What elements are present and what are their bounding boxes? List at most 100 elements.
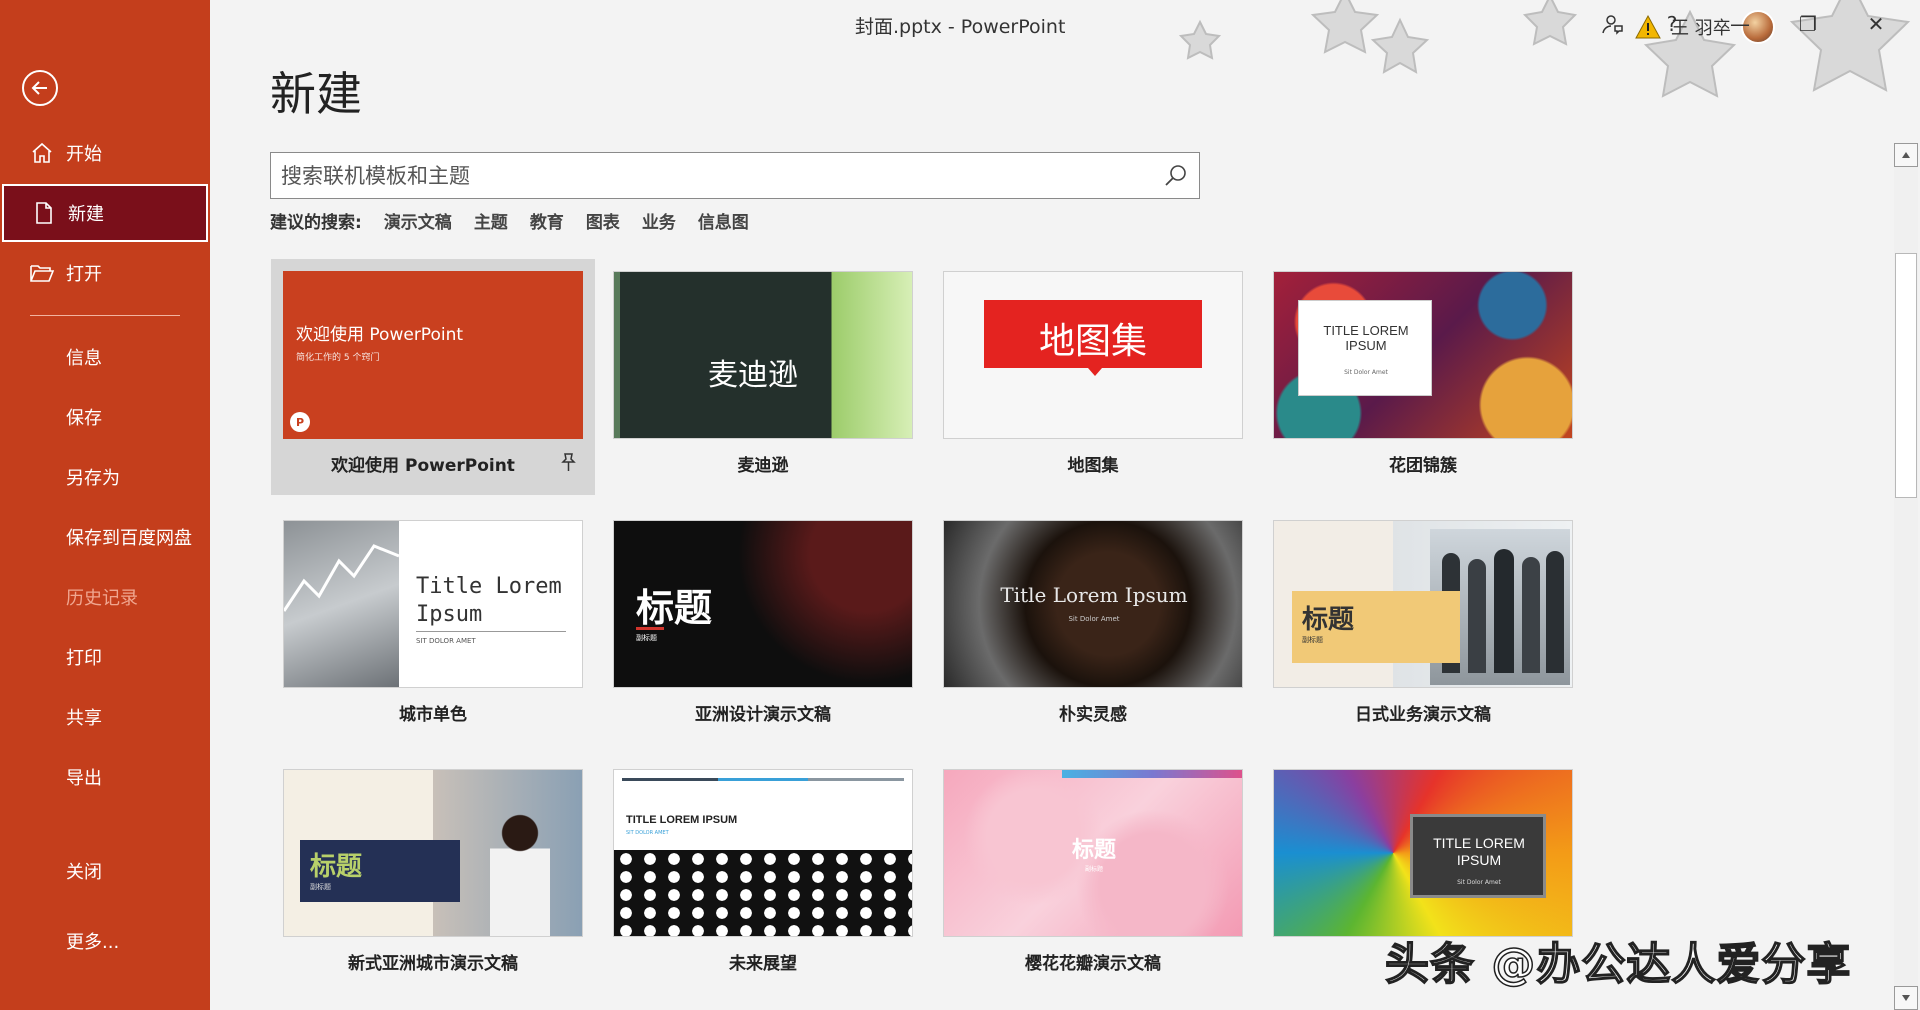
template-tile[interactable]: Title Lorem Ipsum SIT DOLOR AMET 城市单色 bbox=[271, 508, 595, 744]
sidebar-item-new[interactable]: 新建 bbox=[2, 184, 208, 242]
backstage-sidebar: 开始 新建 打开 信息 保存 另存为 保存到百度网盘 历史记录 打印 共享 导出… bbox=[0, 0, 210, 1010]
sidebar-item-info[interactable]: 信息 bbox=[0, 328, 210, 386]
sidebar-divider bbox=[30, 315, 180, 316]
home-icon bbox=[28, 139, 56, 167]
template-tile[interactable]: TITLE LOREM IPSUM Sit Dolor Amet 花团锦簇 bbox=[1261, 259, 1585, 495]
title-card: TITLE LOREM IPSUM Sit Dolor Amet bbox=[1410, 814, 1546, 898]
template-tile[interactable]: TITLE LOREM IPSUM SIT DOLOR AMET 未来展望 bbox=[601, 757, 925, 993]
feedback-button[interactable] bbox=[1590, 6, 1634, 42]
restore-button[interactable]: ❐ bbox=[1786, 6, 1830, 42]
minimize-button[interactable]: — bbox=[1718, 6, 1762, 42]
search-input[interactable] bbox=[271, 153, 1153, 198]
suggest-link-infographics[interactable]: 信息图 bbox=[698, 208, 749, 233]
template-tile[interactable]: 标题 副标题 樱花花瓣演示文稿 bbox=[931, 757, 1255, 993]
search-icon bbox=[1164, 164, 1188, 188]
template-thumbnail: 标题 副标题 bbox=[1273, 520, 1573, 688]
help-button[interactable]: ? bbox=[1650, 6, 1694, 42]
template-tile[interactable]: Title Lorem Ipsum Sit Dolor Amet 朴实灵感 bbox=[931, 508, 1255, 744]
back-button[interactable] bbox=[22, 70, 58, 106]
sidebar-item-label: 新建 bbox=[68, 200, 104, 226]
sidebar-item-label: 保存 bbox=[66, 404, 102, 430]
template-tile[interactable]: 标题 副标题 日式业务演示文稿 bbox=[1261, 508, 1585, 744]
template-tile[interactable]: 欢迎使用 PowerPoint 简化工作的 5 个窍门 P 欢迎使用 Power… bbox=[271, 259, 595, 495]
thumb-subtitle: Sit Dolor Amet bbox=[1417, 879, 1541, 886]
template-name: 欢迎使用 PowerPoint bbox=[271, 451, 595, 476]
sidebar-item-save-to-baidu[interactable]: 保存到百度网盘 bbox=[0, 508, 210, 566]
thumb-subtitle: 副标题 bbox=[636, 633, 657, 643]
template-name: 花团锦簇 bbox=[1261, 451, 1585, 476]
template-tile[interactable]: 标题 副标题 亚洲设计演示文稿 bbox=[601, 508, 925, 744]
thumb-title: Title Lorem Ipsum bbox=[416, 573, 576, 629]
template-name: 麦迪逊 bbox=[601, 451, 925, 476]
sidebar-item-label: 保存到百度网盘 bbox=[66, 524, 192, 550]
template-tile[interactable]: 标题 副标题 新式亚洲城市演示文稿 bbox=[271, 757, 595, 993]
sidebar-item-label: 信息 bbox=[66, 344, 102, 370]
sidebar-item-label: 打印 bbox=[66, 644, 102, 670]
page-title: 新建 bbox=[270, 58, 362, 124]
title-card: TITLE LOREM IPSUM Sit Dolor Amet bbox=[1298, 300, 1432, 396]
sidebar-item-home[interactable]: 开始 bbox=[0, 124, 210, 182]
person-feedback-icon bbox=[1600, 12, 1624, 36]
window-title: 封面.pptx - PowerPoint bbox=[855, 12, 1065, 39]
title-rule bbox=[416, 631, 566, 632]
suggest-link-business[interactable]: 业务 bbox=[642, 208, 676, 233]
template-thumbnail: 标题 副标题 bbox=[613, 520, 913, 688]
thumb-subtitle: Sit Dolor Amet bbox=[1305, 369, 1427, 376]
scrollbar-thumb[interactable] bbox=[1895, 253, 1917, 498]
search-button[interactable] bbox=[1153, 153, 1199, 198]
vertical-scrollbar[interactable] bbox=[1894, 143, 1918, 1010]
sidebar-item-more[interactable]: 更多... bbox=[0, 912, 210, 970]
sidebar-item-history: 历史记录 bbox=[0, 568, 210, 626]
template-thumbnail: TITLE LOREM IPSUM SIT DOLOR AMET bbox=[613, 769, 913, 937]
sidebar-item-print[interactable]: 打印 bbox=[0, 628, 210, 686]
template-name: 樱花花瓣演示文稿 bbox=[931, 949, 1255, 974]
suggest-link-presentations[interactable]: 演示文稿 bbox=[384, 208, 452, 233]
thumb-title: 标题 bbox=[944, 832, 1243, 864]
template-thumbnail: TITLE LOREM IPSUM Sit Dolor Amet bbox=[1273, 271, 1573, 439]
template-tile[interactable]: 地图集 地图集 bbox=[931, 259, 1255, 495]
suggest-link-themes[interactable]: 主题 bbox=[474, 208, 508, 233]
scroll-down-button[interactable] bbox=[1894, 986, 1918, 1010]
thumb-title: TITLE LOREM IPSUM bbox=[1305, 323, 1427, 353]
powerpoint-logo-icon: P bbox=[290, 412, 310, 432]
thumb-title: 麦迪逊 bbox=[708, 350, 798, 394]
new-document-icon bbox=[30, 199, 58, 227]
thumb-subtitle: 副标题 bbox=[1302, 635, 1323, 645]
suggested-label: 建议的搜索: bbox=[270, 208, 362, 233]
template-name: 日式业务演示文稿 bbox=[1261, 700, 1585, 725]
thumb-subtitle: SIT DOLOR AMET bbox=[626, 830, 669, 836]
scroll-up-button[interactable] bbox=[1894, 143, 1918, 167]
template-name: 朴实灵感 bbox=[931, 700, 1255, 725]
arrow-left-icon bbox=[30, 78, 50, 98]
template-thumbnail: 地图集 bbox=[943, 271, 1243, 439]
template-thumbnail: 标题 副标题 bbox=[943, 769, 1243, 937]
suggest-link-education[interactable]: 教育 bbox=[530, 208, 564, 233]
template-name: 地图集 bbox=[931, 451, 1255, 476]
thumb-subtitle: SIT DOLOR AMET bbox=[416, 637, 476, 645]
sidebar-item-share[interactable]: 共享 bbox=[0, 688, 210, 746]
sidebar-item-open[interactable]: 打开 bbox=[0, 244, 210, 302]
template-thumbnail: 麦迪逊 bbox=[613, 271, 913, 439]
woman-photo bbox=[490, 810, 550, 937]
sidebar-item-save-as[interactable]: 另存为 bbox=[0, 448, 210, 506]
sidebar-item-save[interactable]: 保存 bbox=[0, 388, 210, 446]
sidebar-item-label: 开始 bbox=[66, 140, 102, 166]
thumb-subtitle: 副标题 bbox=[310, 882, 331, 892]
sidebar-item-label: 历史记录 bbox=[66, 584, 138, 610]
close-window-button[interactable]: ✕ bbox=[1854, 6, 1898, 42]
thumb-title: TITLE LOREM IPSUM bbox=[1417, 835, 1541, 869]
thumb-title: TITLE LOREM IPSUM bbox=[626, 814, 737, 826]
sidebar-item-close[interactable]: 关闭 bbox=[0, 842, 210, 900]
thumb-subtitle: 简化工作的 5 个窍门 bbox=[296, 350, 379, 363]
template-tile[interactable]: 麦迪逊 麦迪逊 bbox=[601, 259, 925, 495]
template-thumbnail: 欢迎使用 PowerPoint 简化工作的 5 个窍门 P bbox=[283, 271, 583, 439]
suggest-link-charts[interactable]: 图表 bbox=[586, 208, 620, 233]
banner-pointer bbox=[1088, 368, 1102, 376]
sidebar-item-export[interactable]: 导出 bbox=[0, 748, 210, 806]
pin-icon[interactable] bbox=[557, 451, 579, 473]
caret-down-icon bbox=[1901, 994, 1911, 1002]
accent-bar bbox=[1062, 770, 1243, 778]
folder-open-icon bbox=[28, 259, 56, 287]
sidebar-item-label: 共享 bbox=[66, 704, 102, 730]
template-name: 未来展望 bbox=[601, 949, 925, 974]
